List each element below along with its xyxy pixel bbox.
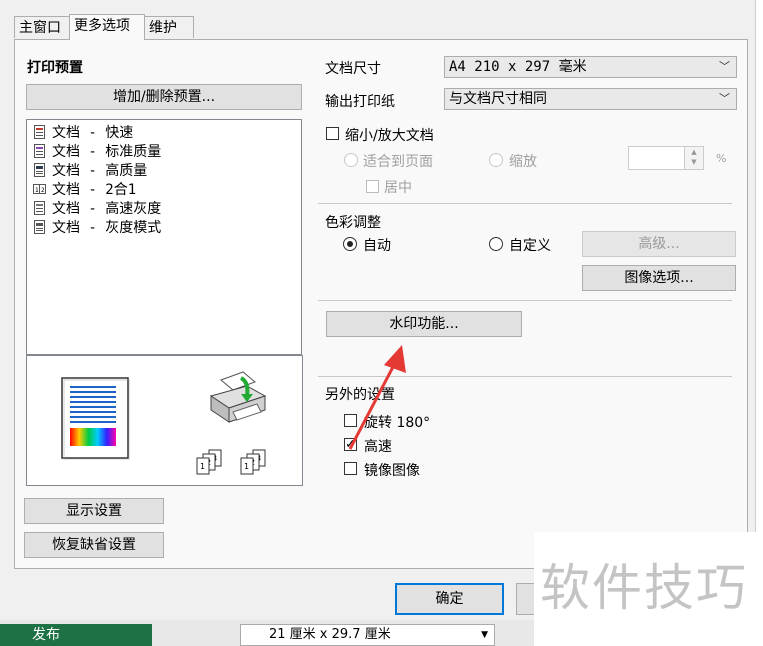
list-item[interactable]: 文档 - 快速 bbox=[33, 122, 133, 141]
divider bbox=[318, 300, 732, 301]
color-custom-radio[interactable] bbox=[489, 237, 503, 251]
svg-text:1: 1 bbox=[200, 462, 205, 471]
svg-text:2: 2 bbox=[41, 187, 45, 194]
chevron-down-icon: ﹀ bbox=[719, 92, 730, 105]
print-settings-dialog: 主窗口 更多选项 维护 打印预置 增加/删除预置... 文档 - 快速 文档 -… bbox=[0, 0, 756, 620]
ok-button[interactable]: 确定 bbox=[395, 583, 504, 615]
collate-icon: 3 2 1 bbox=[240, 449, 266, 475]
list-item[interactable]: 文档 - 高质量 bbox=[33, 160, 147, 179]
mirror-image-label: 镜像图像 bbox=[364, 463, 420, 479]
arrow-up-icon[interactable]: ▲ bbox=[685, 147, 703, 157]
zoom-radio[interactable] bbox=[489, 153, 503, 167]
svg-text:1: 1 bbox=[35, 187, 39, 194]
document-icon bbox=[34, 220, 45, 234]
list-item[interactable]: 文档 - 高速灰度 bbox=[33, 198, 161, 217]
color-auto-radio[interactable] bbox=[343, 237, 357, 251]
tab-main[interactable]: 主窗口 bbox=[14, 16, 71, 38]
show-settings-button[interactable]: 显示设置 bbox=[24, 498, 164, 524]
page-preview-icon bbox=[61, 377, 130, 460]
document-icon bbox=[34, 163, 45, 177]
output-paper-label: 输出打印纸 bbox=[325, 94, 395, 110]
document-icon bbox=[34, 201, 45, 215]
fit-to-page-label: 适合到页面 bbox=[363, 154, 433, 170]
document-icon bbox=[34, 125, 45, 139]
presets-title: 打印预置 bbox=[27, 60, 83, 76]
chevron-down-icon: ▼ bbox=[481, 630, 488, 640]
advanced-button[interactable]: 高级... bbox=[582, 231, 736, 257]
doc-size-select[interactable]: A4 210 x 297 毫米 ﹀ bbox=[444, 56, 737, 78]
watermark-text: 软件技巧 bbox=[540, 559, 748, 617]
add-remove-preset-button[interactable]: 增加/删除预置... bbox=[26, 84, 302, 110]
chevron-down-icon: ﹀ bbox=[719, 60, 730, 73]
preset-list[interactable]: 文档 - 快速 文档 - 标准质量 文档 - 高质量 1 2 文档 - 2合1 文档… bbox=[26, 119, 302, 355]
tab-maintenance[interactable]: 维护 bbox=[144, 16, 194, 38]
collate-icon: 3 2 1 bbox=[196, 449, 222, 475]
list-item[interactable]: 1 2 文档 - 2合1 bbox=[33, 179, 136, 198]
tab-more-options[interactable]: 更多选项 bbox=[69, 14, 145, 40]
zoom-stepper[interactable]: ▲ ▼ bbox=[684, 146, 704, 170]
printer-icon bbox=[209, 371, 267, 423]
list-item[interactable]: 文档 - 标准质量 bbox=[33, 141, 161, 160]
reduce-enlarge-checkbox[interactable] bbox=[326, 127, 339, 140]
print-preview: 3 2 1 3 2 1 bbox=[26, 355, 303, 486]
color-auto-label: 自动 bbox=[363, 238, 391, 254]
document-icon bbox=[34, 144, 45, 158]
center-label: 居中 bbox=[384, 180, 412, 196]
percent-symbol: % bbox=[716, 152, 727, 165]
watermark-button[interactable]: 水印功能... bbox=[326, 311, 522, 337]
page-size-dropdown[interactable]: 21 厘米 x 29.7 厘米 ▼ bbox=[240, 624, 495, 646]
mirror-image-checkbox[interactable] bbox=[344, 462, 357, 475]
image-options-button[interactable]: 图像选项... bbox=[582, 265, 736, 291]
restore-defaults-button[interactable]: 恢复缺省设置 bbox=[24, 532, 164, 558]
color-custom-label: 自定义 bbox=[509, 238, 551, 254]
annotation-arrow bbox=[348, 345, 406, 450]
color-adjust-title: 色彩调整 bbox=[325, 215, 381, 231]
arrow-down-icon[interactable]: ▼ bbox=[685, 157, 703, 167]
center-checkbox[interactable] bbox=[366, 180, 379, 193]
taskbar-tab: 发布 bbox=[0, 624, 152, 646]
page-size-text: 21 厘米 x 29.7 厘米 bbox=[269, 627, 391, 642]
doc-size-label: 文档尺寸 bbox=[325, 61, 381, 77]
zoom-input[interactable] bbox=[628, 146, 685, 170]
zoom-label: 缩放 bbox=[509, 154, 537, 170]
output-paper-select[interactable]: 与文档尺寸相同 ﹀ bbox=[444, 88, 737, 110]
list-item[interactable]: 文档 - 灰度模式 bbox=[33, 217, 161, 236]
divider bbox=[318, 203, 732, 204]
svg-text:1: 1 bbox=[244, 462, 249, 471]
fit-to-page-radio[interactable] bbox=[344, 153, 358, 167]
two-in-one-icon: 12 bbox=[33, 184, 46, 194]
reduce-enlarge-label: 缩小/放大文档 bbox=[345, 128, 434, 144]
